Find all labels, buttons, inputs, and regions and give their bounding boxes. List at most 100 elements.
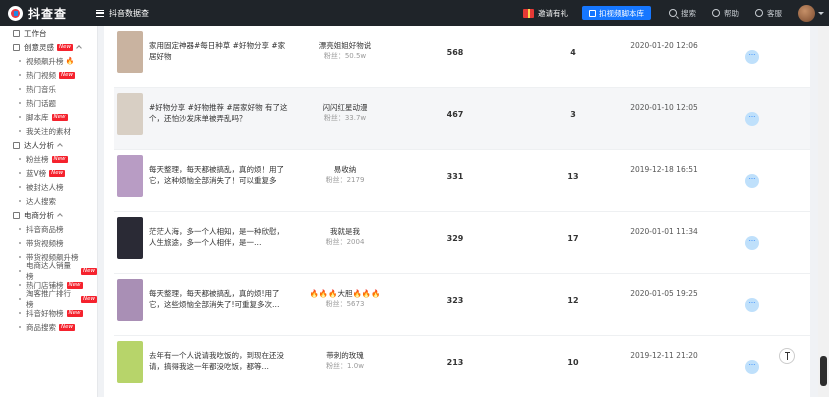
bullet-icon xyxy=(19,186,21,188)
sidebar-item-script-library[interactable]: 脚本库 New xyxy=(0,110,97,124)
script-button-label: 扣视频脚本库 xyxy=(599,8,644,18)
bullet-icon xyxy=(19,158,21,160)
publish-time: 2019-12-11 21:20 xyxy=(630,351,698,360)
sidebar-section-label: 创意灵感 xyxy=(24,42,54,52)
table-row[interactable]: 去年有一个人说请我吃饭的，到现在还没请，搞得我这一年都没吃饭，都等… 带刺的玫瑰… xyxy=(114,336,810,397)
comments-count: 10 xyxy=(567,358,579,367)
chevron-up-icon xyxy=(76,45,82,51)
scrollbar[interactable] xyxy=(818,26,829,397)
search-link[interactable]: 搜索 xyxy=(669,8,696,19)
author-cell[interactable]: 带刺的玫瑰 粉丝：1.0w xyxy=(290,350,400,371)
logo[interactable]: 抖查查 xyxy=(8,5,88,22)
bullet-icon xyxy=(19,102,21,104)
more-button[interactable]: ··· xyxy=(745,174,759,188)
bullet-icon xyxy=(19,242,21,244)
sidebar-item-banned-rank[interactable]: 被封达人榜 xyxy=(0,180,97,194)
publish-time: 2020-01-10 12:05 xyxy=(630,103,698,112)
service-link[interactable]: 客服 xyxy=(755,8,782,19)
sidebar-item-taoke-rank[interactable]: 淘客推广排行榜 New xyxy=(0,289,97,309)
sidebar-item-label: 被封达人榜 xyxy=(26,182,64,192)
comments-count: 12 xyxy=(567,296,579,305)
table-row[interactable]: #好物分享 #好物推荐 #居家好物 有了这个，还怕沙发床单被弄乱吗？ 闪闪红星动… xyxy=(114,88,810,150)
likes-count: 323 xyxy=(446,296,464,305)
bulb-icon xyxy=(13,43,20,51)
author-cell[interactable]: 闪闪红星动漫 粉丝：33.7w xyxy=(290,102,400,123)
video-title[interactable]: #好物分享 #好物推荐 #居家好物 有了这个，还怕沙发床单被弄乱吗？ xyxy=(149,102,289,124)
video-thumbnail[interactable] xyxy=(117,93,143,135)
back-to-top-button[interactable] xyxy=(779,348,795,364)
video-title[interactable]: 每天整理，每天都被搞乱，真的烦！用了它，这种烦恼全部消失了！可以重复多次… xyxy=(149,164,289,186)
sidebar-item-label: 带货视频榜 xyxy=(26,238,64,248)
gift-icon xyxy=(523,8,534,18)
sidebar-section-talent[interactable]: 达人分析 xyxy=(0,138,97,152)
sidebar-item-hot-topics[interactable]: 热门话题 xyxy=(0,96,97,110)
top-navbar: 抖查查 抖音数据查 邀请有礼 扣视频脚本库 搜索 帮助 客服 xyxy=(0,0,829,26)
new-badge: New xyxy=(66,309,83,317)
more-button[interactable]: ··· xyxy=(745,112,759,126)
sidebar-item-label: 我关注的素材 xyxy=(26,126,71,136)
more-button[interactable]: ··· xyxy=(745,50,759,64)
sidebar-item-fans-rank[interactable]: 粉丝榜 New xyxy=(0,152,97,166)
video-thumbnail[interactable] xyxy=(117,155,143,197)
avatar[interactable] xyxy=(798,4,815,22)
video-thumbnail[interactable] xyxy=(117,279,143,321)
video-title[interactable]: 去年有一个人说请我吃饭的，到现在还没请，搞得我这一年都没吃饭，都等… xyxy=(149,350,289,372)
new-badge: New xyxy=(49,169,66,177)
sidebar-item-sales-video-rank[interactable]: 带货视频榜 xyxy=(0,236,97,250)
sidebar-section-ecommerce[interactable]: 电商分析 xyxy=(0,208,97,222)
more-button[interactable]: ··· xyxy=(745,298,759,312)
bullet-icon xyxy=(19,116,21,118)
sidebar-item-followed-material[interactable]: 我关注的素材 xyxy=(0,124,97,138)
author-cell[interactable]: 🔥🔥🔥大胆🔥🔥🔥 粉丝：5673 xyxy=(290,288,400,309)
table-row[interactable]: 茫茫人海，多一个人相知，是一种欣慰，人生旅途，多一个人相伴，是一… 我就是我 粉… xyxy=(114,212,810,274)
sidebar-item-hot-music[interactable]: 热门音乐 xyxy=(0,82,97,96)
publish-time: 2019-12-18 16:51 xyxy=(630,165,698,174)
video-thumbnail[interactable] xyxy=(117,31,143,73)
sidebar-section-creative[interactable]: 创意灵感 New xyxy=(0,40,97,54)
hamburger-icon xyxy=(96,9,104,17)
table-row[interactable]: 家用固定神器#每日种草 #好物分享 #家居好物 漂亮姐姐好物说 粉丝：50.5w… xyxy=(114,26,810,88)
sidebar-item-good-items-rank[interactable]: 抖音好物榜 New xyxy=(0,306,97,320)
invite-label: 邀请有礼 xyxy=(538,8,568,18)
chevron-down-icon[interactable] xyxy=(818,11,824,15)
publish-time: 2020-01-05 19:25 xyxy=(630,289,698,298)
author-cell[interactable]: 易收纳 粉丝：2179 xyxy=(290,164,400,185)
video-title[interactable]: 家用固定神器#每日种草 #好物分享 #家居好物 xyxy=(149,40,289,62)
sidebar-item-talent-search[interactable]: 达人搜索 xyxy=(0,194,97,208)
comments-count: 17 xyxy=(567,234,579,243)
sidebar-item-product-rank[interactable]: 抖音商品榜 xyxy=(0,222,97,236)
sidebar-item-bluev-rank[interactable]: 蓝V榜 New xyxy=(0,166,97,180)
author-fans: 粉丝：2004 xyxy=(325,238,365,246)
sidebar-section-label: 电商分析 xyxy=(24,210,54,220)
comments-count: 3 xyxy=(570,110,576,119)
sidebar-item-label: 抖音好物榜 xyxy=(26,308,64,318)
video-thumbnail[interactable] xyxy=(117,341,143,383)
video-title[interactable]: 每天整理，每天都被搞乱，真的烦!用了它，这些烦恼全部消失了!可重复多次… xyxy=(149,288,289,310)
menu-toggle[interactable]: 抖音数据查 xyxy=(96,8,149,19)
help-link[interactable]: 帮助 xyxy=(712,8,739,19)
sidebar-item-video-rising[interactable]: 视频飙升榜 🔥 xyxy=(0,54,97,68)
sidebar-item-product-search[interactable]: 商品搜索 New xyxy=(0,320,97,334)
sidebar-item-talent-sales-rank[interactable]: 电商达人销量榜 New xyxy=(0,261,97,281)
sidebar-item-hot-videos[interactable]: 热门视频 New xyxy=(0,68,97,82)
author-cell[interactable]: 我就是我 粉丝：2004 xyxy=(290,226,400,247)
more-button[interactable]: ··· xyxy=(745,236,759,250)
author-cell[interactable]: 漂亮姐姐好物说 粉丝：50.5w xyxy=(290,40,400,61)
arrow-up-icon xyxy=(784,351,790,360)
new-badge: New xyxy=(51,113,68,121)
script-library-button[interactable]: 扣视频脚本库 xyxy=(582,6,651,20)
logo-icon xyxy=(8,5,23,21)
video-title[interactable]: 茫茫人海，多一个人相知，是一种欣慰，人生旅途，多一个人相伴，是一… xyxy=(149,226,289,248)
script-icon xyxy=(589,9,596,17)
invite-link[interactable]: 邀请有礼 xyxy=(523,8,568,19)
sidebar-item-workbench[interactable]: 工作台 xyxy=(0,26,97,40)
author-fans: 粉丝：2179 xyxy=(325,176,365,184)
video-thumbnail[interactable] xyxy=(117,217,143,259)
table-row[interactable]: 每天整理，每天都被搞乱，真的烦!用了它，这些烦恼全部消失了!可重复多次… 🔥🔥🔥… xyxy=(114,274,810,336)
table-row[interactable]: 每天整理，每天都被搞乱，真的烦！用了它，这种烦恼全部消失了！可以重复多次… 易收… xyxy=(114,150,810,212)
author-name: 易收纳 xyxy=(333,165,357,174)
scrollbar-thumb[interactable] xyxy=(820,356,827,386)
search-icon xyxy=(669,9,677,17)
bullet-icon xyxy=(19,284,21,286)
more-button[interactable]: ··· xyxy=(745,360,759,374)
